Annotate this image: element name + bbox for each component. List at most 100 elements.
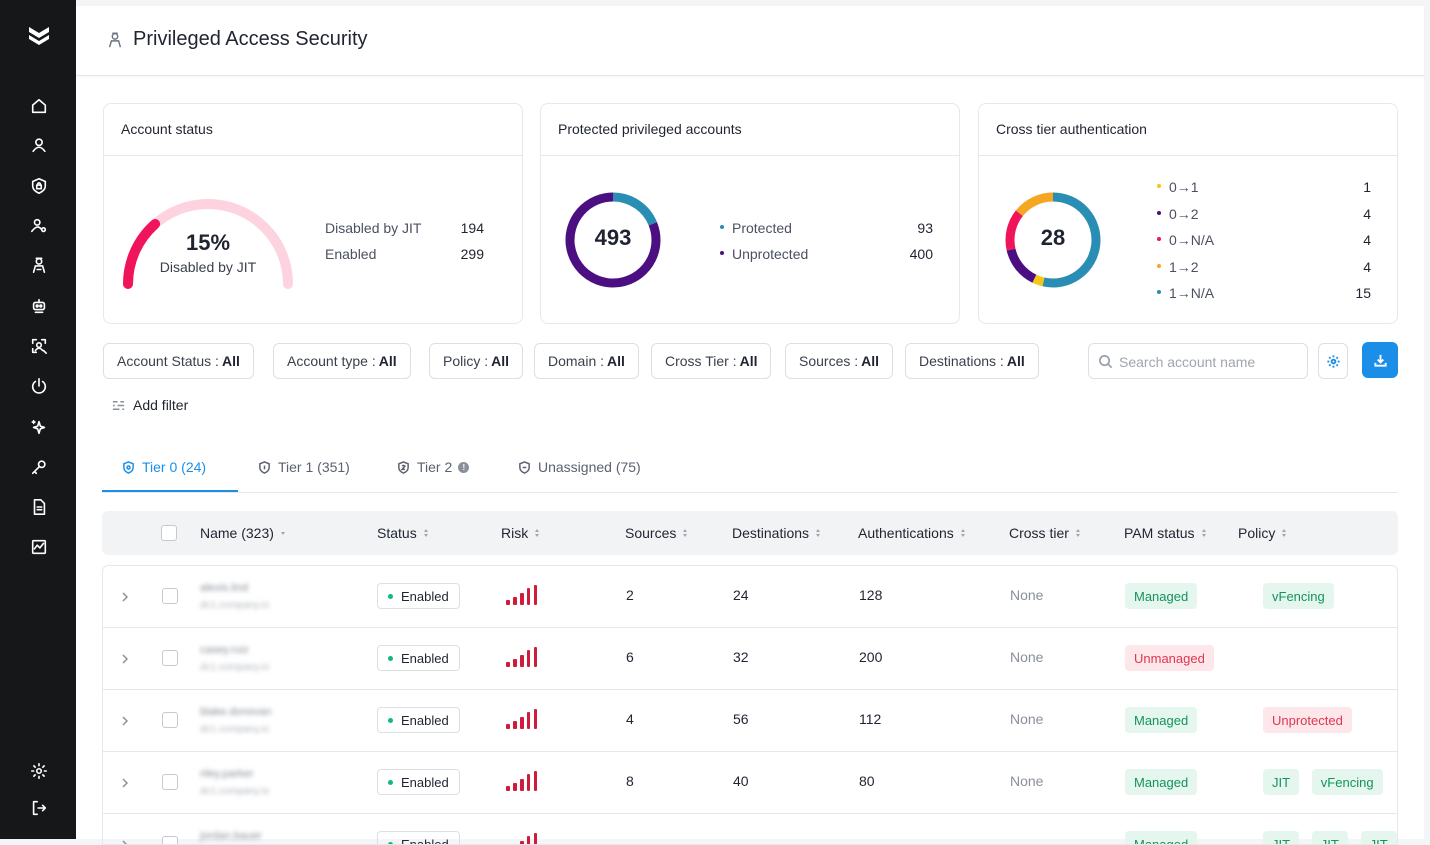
document-icon[interactable] [28,496,50,518]
column-header[interactable]: PAM status [1124,525,1206,541]
account-name[interactable]: blake.donovan [200,706,272,718]
column-header[interactable]: Authentications [858,525,965,541]
policy-badge: vFencing [1263,583,1334,609]
status-badge: Enabled [377,769,460,795]
search-box[interactable] [1088,343,1308,379]
account-name[interactable]: alexis.lind [200,582,248,594]
person-badge-icon[interactable] [28,254,50,276]
robot-icon[interactable] [28,295,50,317]
gauge-percent: 15% [118,230,298,256]
policy-badge: JIT [1361,831,1397,845]
donut-segment-1 [1034,279,1043,282]
table-row[interactable]: riley.parkerdc1.company.ioEnabled84080No… [103,752,1398,814]
shield-logo-icon[interactable] [27,24,51,48]
sort-icon[interactable] [535,529,539,537]
export-button[interactable] [1362,342,1398,378]
tab-unassigned[interactable]: Unassigned (75) [518,459,641,475]
key-icon[interactable] [28,456,50,478]
filter-account-status[interactable]: Account Status :All [103,343,254,379]
add-filter-button[interactable]: Add filter [112,397,188,413]
account-name[interactable]: jordan.bauer [200,830,262,842]
legend-item: 0→2 [1157,206,1199,222]
person-badge-icon [106,31,124,49]
column-header[interactable]: Sources [625,525,687,541]
legend-label: Disabled by JIT [325,220,421,236]
legend-label: Enabled [325,246,376,262]
tab-tier-1[interactable]: Tier 1 (351) [258,459,350,475]
scan-user-icon[interactable] [28,335,50,357]
filter-cross-tier[interactable]: Cross Tier :All [651,343,771,379]
search-input[interactable] [1119,352,1299,372]
table-row[interactable]: casey.ruizdc1.company.ioEnabled632200Non… [103,628,1398,690]
sources-cell: 4 [626,711,634,727]
users-gear-icon[interactable] [28,215,50,237]
column-label: Status [377,525,417,541]
sort-icon[interactable] [816,529,820,537]
info-icon[interactable]: ! [458,462,469,473]
column-header[interactable]: Policy [1238,525,1286,541]
status-badge: Enabled [377,831,460,845]
column-header[interactable]: Cross tier [1009,525,1080,541]
sort-icon[interactable] [961,529,965,537]
policy-badge: JIT [1263,769,1299,795]
chevron-right-icon[interactable] [120,590,130,602]
table-row[interactable]: alexis.linddc1.company.ioEnabled224128No… [103,566,1398,628]
filter-policy[interactable]: Policy :All [429,343,523,379]
destinations-cell: 40 [733,773,749,789]
chevron-right-icon[interactable] [120,838,130,845]
sort-down-icon[interactable] [281,532,285,535]
row-checkbox[interactable] [162,774,178,790]
sort-icon[interactable] [683,529,687,537]
filter-domain[interactable]: Domain :All [534,343,639,379]
sort-icon[interactable] [1076,529,1080,537]
sort-icon[interactable] [424,529,428,537]
filter-label: Account type : [287,353,376,369]
filter-sources[interactable]: Sources :All [785,343,893,379]
column-settings-button[interactable] [1318,343,1348,379]
legend-label: 0→N/A [1169,232,1214,248]
column-header[interactable]: Status [377,525,428,541]
settings-icon[interactable] [28,760,50,782]
chevron-right-icon[interactable] [120,652,130,664]
column-header[interactable]: Destinations [732,525,820,541]
column-header[interactable]: Name (323) [200,525,285,541]
cross-tier-cell: None [1010,773,1043,789]
row-checkbox[interactable] [162,650,178,666]
tab-tier-0[interactable]: Tier 0 (24) [122,459,206,475]
sort-icon[interactable] [1202,529,1206,537]
user-icon[interactable] [28,134,50,156]
legend-value: 4 [1319,206,1371,222]
logout-icon[interactable] [28,797,50,819]
graph-icon[interactable] [28,536,50,558]
filter-account-type[interactable]: Account type :All [273,343,411,379]
account-name[interactable]: casey.ruiz [200,644,249,656]
power-icon[interactable] [28,375,50,397]
home-icon[interactable] [28,95,50,117]
chevron-right-icon[interactable] [120,714,130,726]
table-row[interactable]: jordan.bauerdc1.company.ioEnabledManaged… [103,814,1398,845]
policy-badge: Unprotected [1263,707,1352,733]
chevron-right-icon[interactable] [120,776,130,788]
account-name[interactable]: riley.parker [200,768,254,780]
row-checkbox[interactable] [162,588,178,604]
account-domain: dc1.company.io [200,600,269,611]
tab-tier-2[interactable]: Tier 2 ! [397,459,469,475]
sparkle-icon[interactable] [28,416,50,438]
filter-destinations[interactable]: Destinations :All [905,343,1039,379]
gear-icon [1326,354,1341,369]
row-checkbox[interactable] [162,712,178,728]
select-all-checkbox[interactable] [161,525,177,541]
row-checkbox[interactable] [162,836,178,845]
filter-value: All [1007,353,1025,369]
sources-cell: 8 [626,773,634,789]
shield-lock-icon[interactable] [28,175,50,197]
legend-value: 93 [881,220,933,236]
table-row[interactable]: blake.donovandc1.company.ioEnabled456112… [103,690,1398,752]
shield-1-icon [258,461,271,474]
legend-label: 0→1 [1169,179,1199,195]
column-header[interactable]: Risk [501,525,539,541]
legend-item: 0→N/A [1157,232,1214,248]
legend-value: 194 [434,220,484,236]
account-domain: dc1.company.io [200,662,269,673]
sort-icon[interactable] [1282,529,1286,537]
